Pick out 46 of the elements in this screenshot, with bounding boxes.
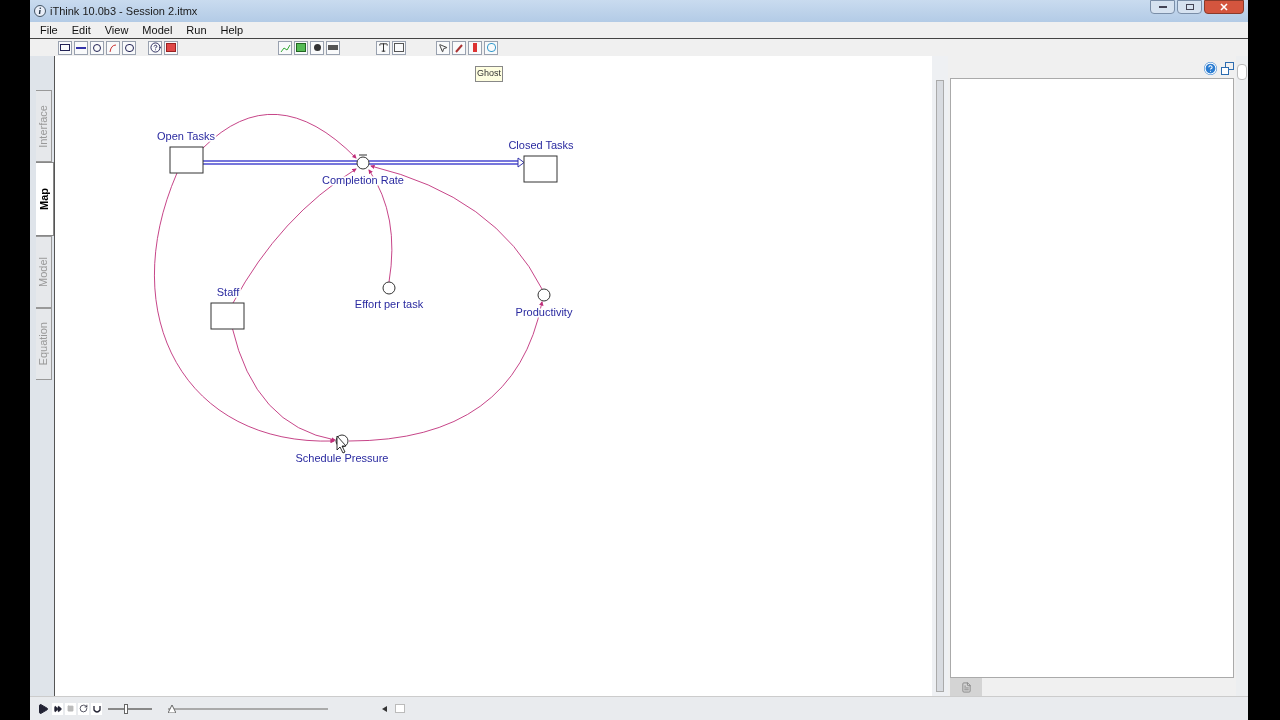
maximize-button[interactable] bbox=[1177, 0, 1202, 14]
node-label: Closed Tasks bbox=[508, 139, 574, 151]
connector-tool-icon[interactable] bbox=[106, 40, 120, 55]
flow-valve-icon bbox=[356, 154, 370, 170]
node-label: Open Tasks bbox=[157, 130, 215, 142]
menu-item[interactable]: Run bbox=[186, 21, 207, 39]
pointer-icon[interactable] bbox=[436, 40, 450, 55]
reset-button[interactable] bbox=[78, 702, 89, 715]
scroll-thumb[interactable] bbox=[395, 704, 405, 713]
menu-item[interactable]: Model bbox=[142, 21, 173, 39]
text-tool-icon[interactable] bbox=[376, 40, 390, 55]
converter-circle bbox=[382, 281, 396, 295]
node-label: Productivity bbox=[515, 306, 573, 318]
windows-icon[interactable] bbox=[1221, 62, 1234, 76]
minimize-button[interactable] bbox=[1150, 0, 1175, 14]
menu-item[interactable]: Help bbox=[220, 21, 244, 39]
circle-tool-icon[interactable] bbox=[90, 40, 104, 55]
stock-box bbox=[523, 155, 558, 183]
scroll-thumb[interactable] bbox=[1237, 64, 1247, 80]
node-label: Effort per task bbox=[354, 298, 424, 310]
document-icon bbox=[960, 681, 972, 693]
fast-forward-button[interactable] bbox=[52, 702, 63, 715]
tooltip: Ghost bbox=[475, 66, 503, 82]
menu-item[interactable]: Edit bbox=[71, 21, 91, 39]
slider-thumb[interactable] bbox=[168, 704, 176, 713]
stock-tool-icon[interactable] bbox=[58, 40, 72, 55]
side-tab[interactable]: Map bbox=[36, 162, 54, 236]
help-icon[interactable] bbox=[148, 40, 162, 55]
node-label: Schedule Pressure bbox=[295, 452, 389, 464]
speed-slider[interactable] bbox=[108, 702, 152, 715]
window-title: iThink 10.0b3 - Session 2.itmx bbox=[50, 3, 198, 19]
converter-circle bbox=[537, 288, 551, 302]
menu-item[interactable]: View bbox=[104, 21, 129, 39]
close-button[interactable] bbox=[1204, 0, 1244, 14]
time-slider[interactable] bbox=[168, 702, 328, 715]
scroll-left-icon[interactable] bbox=[382, 705, 387, 712]
flow-tool-icon[interactable] bbox=[74, 40, 88, 55]
menu-item[interactable]: File bbox=[40, 21, 58, 39]
dot-tool-icon[interactable] bbox=[310, 40, 324, 55]
close-icon bbox=[1220, 3, 1228, 11]
info-icon bbox=[34, 5, 46, 17]
node-label: Staff bbox=[216, 286, 240, 298]
stock-box bbox=[169, 146, 204, 174]
stock-box bbox=[210, 302, 245, 330]
rounded-square-icon[interactable] bbox=[122, 40, 136, 55]
u-shape-button[interactable] bbox=[91, 702, 102, 715]
